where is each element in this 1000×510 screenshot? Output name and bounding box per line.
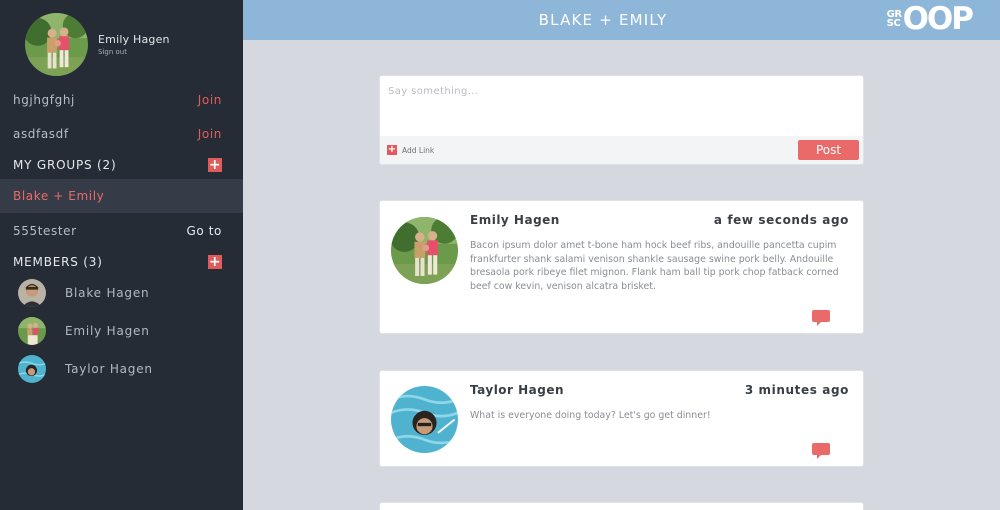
my-groups-title: MY GROUPS (2) <box>13 158 117 172</box>
sign-out-link[interactable]: Sign out <box>98 48 170 56</box>
group-name: asdfasdf <box>13 127 69 141</box>
post-author[interactable]: Emily Hagen <box>470 213 560 227</box>
post-author[interactable]: Taylor Hagen <box>470 383 564 397</box>
logo-big: OOP <box>902 1 974 37</box>
post-composer: + Add Link Post <box>379 75 864 165</box>
plus-icon: + <box>387 144 397 155</box>
user-profile: Emily Hagen Sign out <box>25 13 170 76</box>
group-name: hgjhgfghj <box>13 93 75 107</box>
member-name: Emily Hagen <box>65 324 150 338</box>
post-author-avatar[interactable] <box>391 217 458 284</box>
members-header: MEMBERS (3) + <box>0 245 243 279</box>
group-row-hgjhgfghj: hgjhgfghj Join <box>0 83 243 117</box>
post-card: Taylor Hagen 3 minutes ago What is every… <box>379 370 864 467</box>
member-item[interactable]: Blake Hagen <box>18 279 149 307</box>
add-member-button[interactable]: + <box>208 255 222 269</box>
comment-icon[interactable] <box>812 310 830 326</box>
join-button[interactable]: Join <box>198 93 222 107</box>
user-name: Emily Hagen <box>98 33 170 46</box>
post-input[interactable] <box>380 76 863 138</box>
group-row-asdfasdf: asdfasdf Join <box>0 117 243 151</box>
member-avatar <box>18 355 46 383</box>
members-title: MEMBERS (3) <box>13 255 103 269</box>
post-timestamp: 3 minutes ago <box>744 383 849 397</box>
my-groups-header: MY GROUPS (2) + <box>0 148 243 182</box>
user-avatar[interactable] <box>25 13 88 76</box>
add-group-button[interactable]: + <box>208 158 222 172</box>
top-header: BLAKE + EMILY GR SC OOP <box>243 0 1000 40</box>
sidebar: Emily Hagen Sign out hgjhgfghj Join asdf… <box>0 0 243 510</box>
member-name: Blake Hagen <box>65 286 150 300</box>
group-name: 555tester <box>13 224 77 238</box>
comment-icon[interactable] <box>812 443 830 459</box>
post-timestamp: a few seconds ago <box>713 213 849 227</box>
member-avatar <box>18 317 46 345</box>
post-button[interactable]: Post <box>798 140 859 160</box>
member-avatar <box>18 279 46 307</box>
app-logo[interactable]: GR SC OOP <box>886 1 974 37</box>
post-author-avatar[interactable] <box>391 386 458 453</box>
post-body: What is everyone doing today? Let's go g… <box>470 410 711 421</box>
member-item[interactable]: Emily Hagen <box>18 317 150 345</box>
composer-toolbar: + Add Link Post <box>380 136 863 164</box>
member-name: Taylor Hagen <box>65 362 153 376</box>
add-link-label: Add Link <box>402 145 435 155</box>
logo-small-bottom: SC <box>886 18 901 29</box>
page-title: BLAKE + EMILY <box>538 11 668 29</box>
go-to-button[interactable]: Go to <box>186 224 222 238</box>
group-row-blake-emily[interactable]: Blake + Emily <box>0 179 243 213</box>
post-card <box>379 502 864 510</box>
post-card: Emily Hagen a few seconds ago Bacon ipsu… <box>379 200 864 334</box>
add-link-button[interactable]: + Add Link <box>387 145 434 155</box>
group-name: Blake + Emily <box>13 189 105 203</box>
group-row-555tester: 555tester Go to <box>0 214 243 248</box>
join-button[interactable]: Join <box>198 127 222 141</box>
post-body: Bacon ipsum dolor amet t-bone ham hock b… <box>470 240 839 292</box>
member-item[interactable]: Taylor Hagen <box>18 355 153 383</box>
